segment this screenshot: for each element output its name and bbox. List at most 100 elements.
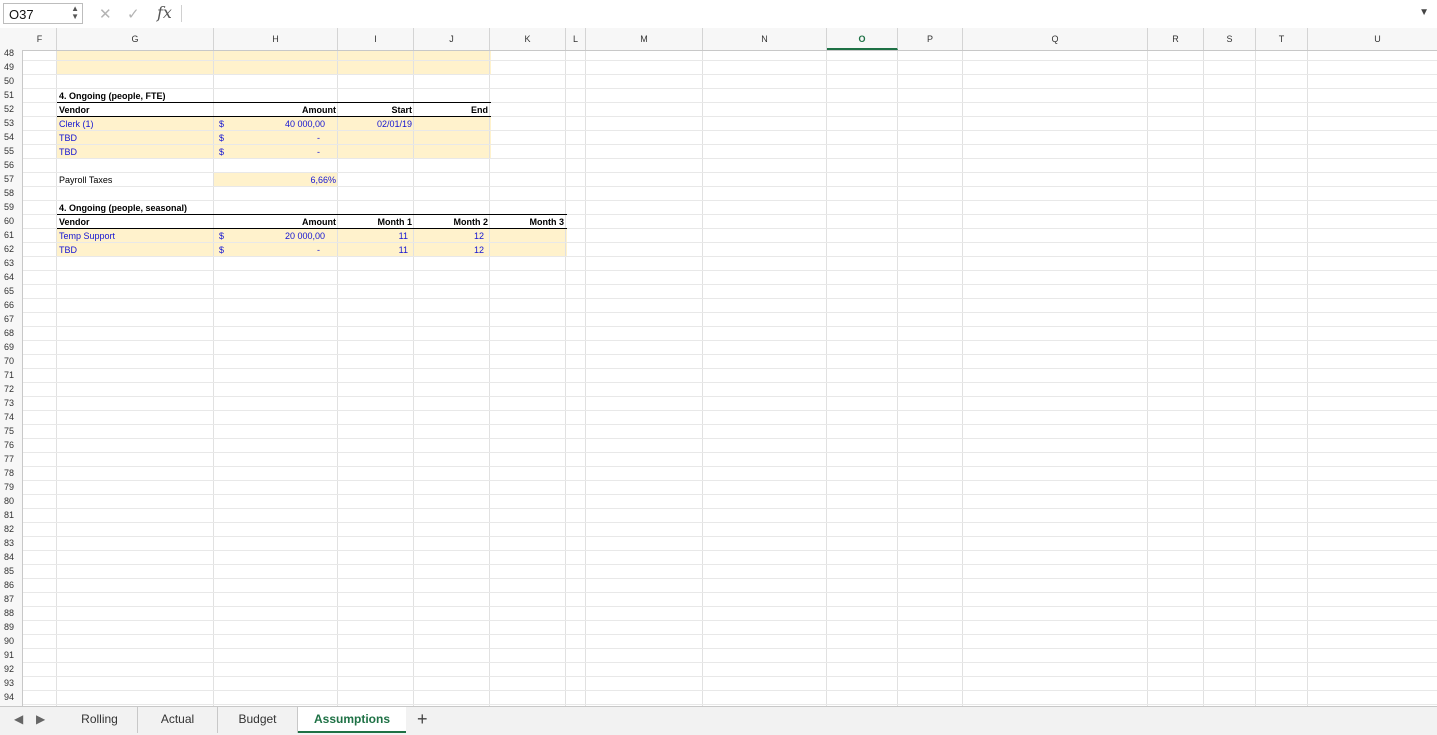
column-header-r[interactable]: R [1148,28,1204,50]
column-header-p[interactable]: P [898,28,963,50]
column-header-h[interactable]: H [214,28,338,50]
tab-actual[interactable]: Actual [138,707,218,733]
column-header-i[interactable]: I [338,28,414,50]
seasonal-amount[interactable]: 20 000,00 [285,229,325,243]
cell-area[interactable]: 4. Ongoing (people, FTE) Vendor Amount S… [23,51,1437,706]
seasonal-month2[interactable]: 12 [414,243,484,257]
sheet-tab-bar: ◀ ▶ Rolling Actual Budget Assumptions + [0,706,1437,735]
row-header-75[interactable]: 75 [0,424,22,438]
row-header-86[interactable]: 86 [0,578,22,592]
column-header-q[interactable]: Q [963,28,1148,50]
row-header-68[interactable]: 68 [0,326,22,340]
cancel-icon[interactable]: ✕ [99,5,112,23]
fte-amount[interactable]: 40 000,00 [285,117,325,131]
column-header-j[interactable]: J [414,28,490,50]
row-header-88[interactable]: 88 [0,606,22,620]
row-header-85[interactable]: 85 [0,564,22,578]
row-header-64[interactable]: 64 [0,270,22,284]
row-header-76[interactable]: 76 [0,438,22,452]
row-header-77[interactable]: 77 [0,452,22,466]
row-header-61[interactable]: 61 [0,228,22,242]
seasonal-month1[interactable]: 11 [338,229,408,243]
row-header-91[interactable]: 91 [0,648,22,662]
column-gridline [337,51,338,706]
row-header-72[interactable]: 72 [0,382,22,396]
column-header-m[interactable]: M [586,28,703,50]
row-header-67[interactable]: 67 [0,312,22,326]
row-header-80[interactable]: 80 [0,494,22,508]
row-gridline [23,564,1437,565]
seasonal-month1[interactable]: 11 [338,243,408,257]
row-header-56[interactable]: 56 [0,158,22,172]
seasonal-vendor[interactable]: TBD [59,243,77,257]
row-header-60[interactable]: 60 [0,214,22,228]
fx-icon[interactable]: fx [157,3,172,22]
row-header-71[interactable]: 71 [0,368,22,382]
row-header-82[interactable]: 82 [0,522,22,536]
triangle-left-icon[interactable]: ◀ [14,712,23,726]
name-box[interactable]: O37 ▲ ▼ [3,3,83,24]
row-header-87[interactable]: 87 [0,592,22,606]
tab-rolling[interactable]: Rolling [62,707,138,733]
seasonal-vendor[interactable]: Temp Support [59,229,115,243]
row-header-58[interactable]: 58 [0,186,22,200]
row-header-94[interactable]: 94 [0,690,22,704]
row-header-83[interactable]: 83 [0,536,22,550]
fte-vendor[interactable]: TBD [59,131,77,145]
row-header-84[interactable]: 84 [0,550,22,564]
fte-amount[interactable]: - [317,145,320,159]
column-header-t[interactable]: T [1256,28,1308,50]
row-header-50[interactable]: 50 [0,74,22,88]
row-header-48[interactable]: 48 [0,46,22,60]
column-header-l[interactable]: L [566,28,586,50]
row-header-54[interactable]: 54 [0,130,22,144]
column-gridline [565,51,566,706]
row-header-62[interactable]: 62 [0,242,22,256]
row-header-69[interactable]: 69 [0,340,22,354]
row-header-90[interactable]: 90 [0,634,22,648]
row-header-52[interactable]: 52 [0,102,22,116]
column-header-g[interactable]: G [57,28,214,50]
row-header-66[interactable]: 66 [0,298,22,312]
row-header-78[interactable]: 78 [0,466,22,480]
row-header-81[interactable]: 81 [0,508,22,522]
column-header-s[interactable]: S [1204,28,1256,50]
row-header-65[interactable]: 65 [0,284,22,298]
row-header-93[interactable]: 93 [0,676,22,690]
fte-start[interactable]: 02/01/19 [338,117,412,131]
fte-vendor[interactable]: TBD [59,145,77,159]
fte-amount[interactable]: - [317,131,320,145]
row-header-70[interactable]: 70 [0,354,22,368]
column-header-f[interactable]: F [23,28,57,50]
row-header-57[interactable]: 57 [0,172,22,186]
row-gridline [23,494,1437,495]
name-box-stepper-icon[interactable]: ▲ ▼ [71,5,79,21]
row-header-63[interactable]: 63 [0,256,22,270]
row-header-53[interactable]: 53 [0,116,22,130]
row-header-51[interactable]: 51 [0,88,22,102]
column-header-o[interactable]: O [827,28,898,50]
tab-budget[interactable]: Budget [218,707,298,733]
row-header-49[interactable]: 49 [0,60,22,74]
seasonal-amount[interactable]: - [317,243,320,257]
row-header-89[interactable]: 89 [0,620,22,634]
row-header-74[interactable]: 74 [0,410,22,424]
row-header-73[interactable]: 73 [0,396,22,410]
seasonal-month2[interactable]: 12 [414,229,484,243]
row-header-59[interactable]: 59 [0,200,22,214]
column-header-k[interactable]: K [490,28,566,50]
row-header-79[interactable]: 79 [0,480,22,494]
fte-vendor[interactable]: Clerk (1) [59,117,94,131]
payroll-value[interactable]: 6,66% [214,173,336,187]
tab-assumptions[interactable]: Assumptions [298,707,406,733]
expand-formula-icon[interactable]: ▼ [1419,7,1429,18]
row-header-92[interactable]: 92 [0,662,22,676]
confirm-icon[interactable]: ✓ [127,5,140,23]
column-header-n[interactable]: N [703,28,827,50]
row-header-55[interactable]: 55 [0,144,22,158]
row-gridline [23,592,1437,593]
column-header-u[interactable]: U [1308,28,1437,50]
row-gridline [23,158,1437,159]
triangle-right-icon[interactable]: ▶ [36,712,45,726]
plus-icon[interactable]: + [417,709,428,730]
